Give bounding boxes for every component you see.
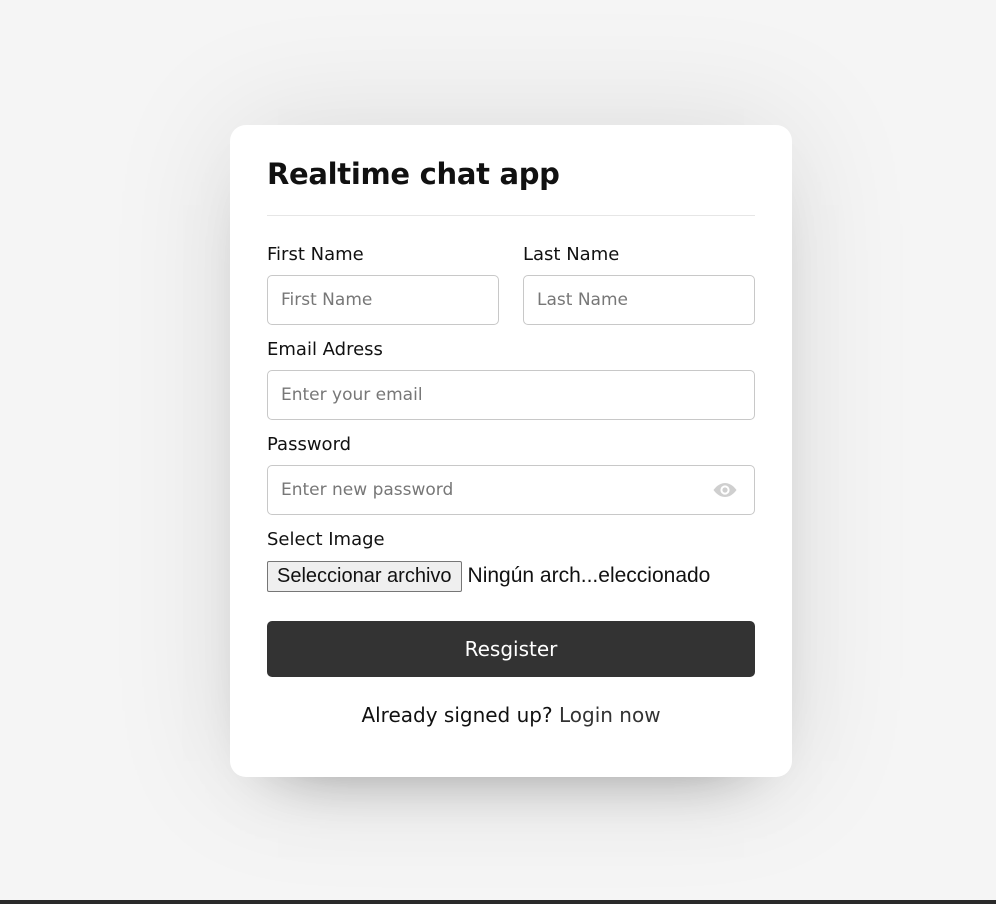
- first-name-input[interactable]: [268, 276, 498, 324]
- last-name-input[interactable]: [524, 276, 754, 324]
- login-prompt-text: Already signed up?: [361, 703, 553, 727]
- select-image-label: Select Image: [267, 529, 385, 550]
- title-divider: [267, 215, 755, 216]
- last-name-label: Last Name: [523, 244, 620, 265]
- last-name-field-wrapper: [523, 275, 755, 325]
- file-picker: Seleccionar archivo Ningún arch...elecci…: [267, 560, 710, 592]
- first-name-label: First Name: [267, 244, 364, 265]
- password-label: Password: [267, 434, 352, 455]
- file-status-text: Ningún arch...eleccionado: [467, 564, 711, 587]
- password-input[interactable]: [268, 466, 754, 514]
- page-title: Realtime chat app: [267, 157, 560, 191]
- login-prompt: Already signed up? Login now: [267, 703, 755, 727]
- bottom-edge-bar: [0, 900, 996, 904]
- eye-icon[interactable]: [712, 480, 738, 500]
- login-link[interactable]: Login now: [559, 703, 661, 727]
- first-name-field-wrapper: [267, 275, 499, 325]
- email-label: Email Adress: [267, 339, 383, 360]
- email-field-wrapper: [267, 370, 755, 420]
- register-button[interactable]: Resgister: [267, 621, 755, 677]
- signup-card: Realtime chat app First Name Last Name E…: [230, 125, 792, 777]
- choose-file-button[interactable]: Seleccionar archivo: [267, 560, 462, 592]
- password-field-wrapper: [267, 465, 755, 515]
- email-input[interactable]: [268, 371, 754, 419]
